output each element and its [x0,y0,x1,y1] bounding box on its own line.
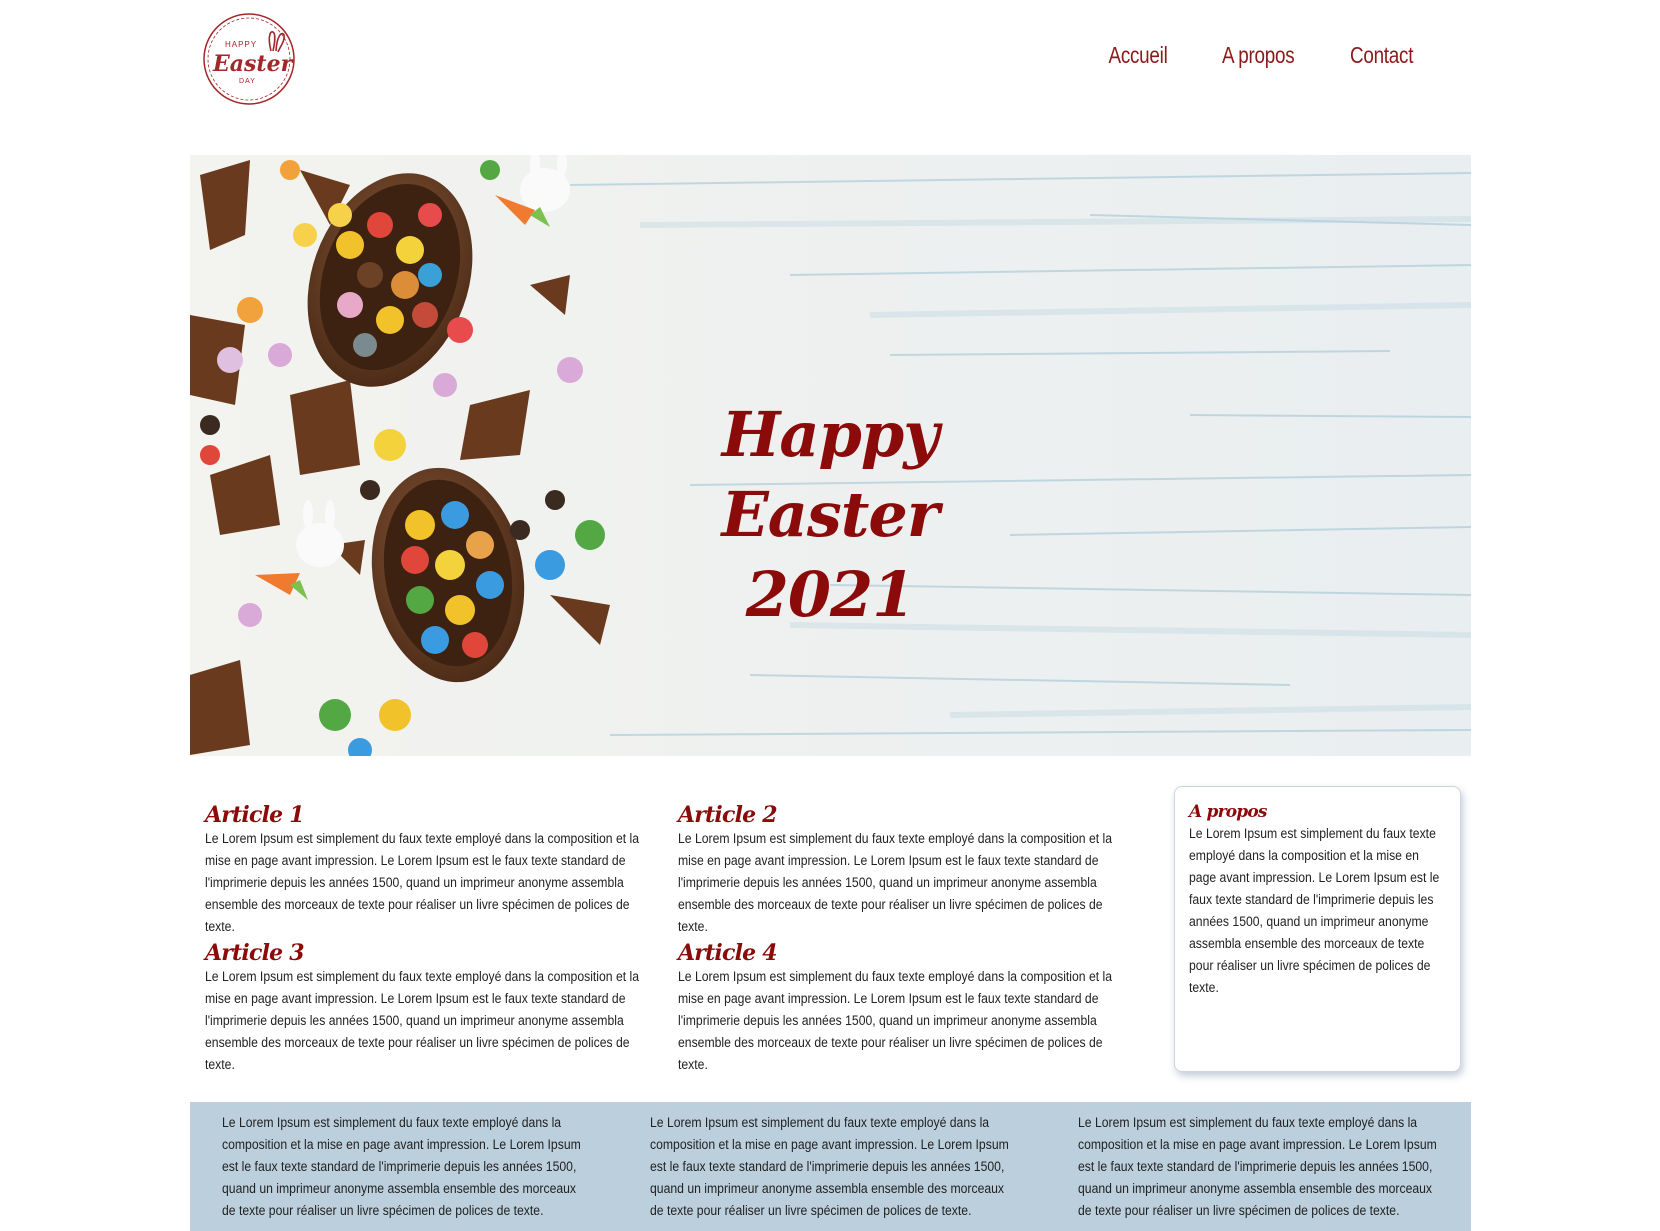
article-title[interactable]: Article 1 [205,802,653,828]
nav-link-a-propos[interactable]: A propos [1222,42,1295,69]
nav-link-accueil[interactable]: Accueil [1109,42,1168,69]
hero-title-line2: 2021 [745,558,916,631]
about-title: A propos [1189,802,1267,822]
hero-banner: Happy Easter 2021 [190,155,1471,756]
article-card: Article 4 Le Lorem Ipsum est simplement … [678,940,1126,1076]
article-body: Le Lorem Ipsum est simplement du faux te… [678,969,1113,1073]
site-header: HAPPY Easter DAY Accueil A propos Contac… [0,0,1660,120]
footer-text: Le Lorem Ipsum est simplement du faux te… [222,1115,581,1219]
site-footer: Le Lorem Ipsum est simplement du faux te… [190,1102,1471,1231]
hero-title-line1: Happy Easter [721,398,939,551]
footer-text: Le Lorem Ipsum est simplement du faux te… [1078,1115,1437,1219]
about-body: Le Lorem Ipsum est simplement du faux te… [1189,826,1440,996]
article-body: Le Lorem Ipsum est simplement du faux te… [205,969,640,1073]
article-card: Article 3 Le Lorem Ipsum est simplement … [205,940,653,1076]
article-title[interactable]: Article 3 [205,940,653,966]
easter-bunny-logo-icon[interactable]: HAPPY Easter DAY [201,11,297,107]
about-sidebar: A propos Le Lorem Ipsum est simplement d… [1174,786,1461,1072]
article-title[interactable]: Article 2 [678,802,1126,828]
main-nav: Accueil A propos Contact [1102,42,1420,69]
article-card: Article 1 Le Lorem Ipsum est simplement … [205,802,653,938]
logo-text-bottom: DAY [239,78,256,85]
article-card: Article 2 Le Lorem Ipsum est simplement … [678,802,1126,938]
footer-column: Le Lorem Ipsum est simplement du faux te… [1078,1112,1438,1222]
footer-column: Le Lorem Ipsum est simplement du faux te… [222,1112,582,1222]
footer-column: Le Lorem Ipsum est simplement du faux te… [650,1112,1010,1222]
hero-title: Happy Easter 2021 [610,395,1050,635]
logo-text-main: Easter [212,51,294,77]
logo-text-top: HAPPY [225,40,257,49]
nav-link-contact[interactable]: Contact [1350,42,1414,69]
footer-text: Le Lorem Ipsum est simplement du faux te… [650,1115,1009,1219]
article-body: Le Lorem Ipsum est simplement du faux te… [678,831,1113,935]
article-body: Le Lorem Ipsum est simplement du faux te… [205,831,640,935]
article-title[interactable]: Article 4 [678,940,1126,966]
